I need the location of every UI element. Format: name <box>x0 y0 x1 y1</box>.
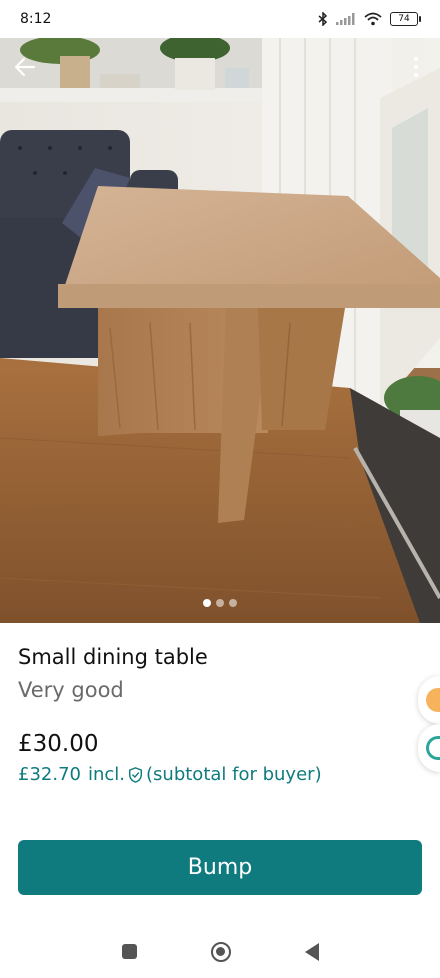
recents-icon[interactable] <box>121 944 137 959</box>
item-title: Small dining table <box>18 645 208 669</box>
item-price: £30.00 <box>18 731 99 757</box>
more-vertical-icon <box>414 57 418 61</box>
side-chat-chip[interactable] <box>418 724 440 772</box>
buyer-subtotal-label: (subtotal for buyer) <box>146 764 322 785</box>
status-icons: 74 <box>318 12 421 26</box>
carousel-dot-1[interactable] <box>203 599 211 607</box>
carousel-dot-3[interactable] <box>229 599 237 607</box>
photo-carousel-indicator <box>0 599 440 607</box>
bluetooth-icon <box>318 12 328 26</box>
item-condition: Very good <box>18 678 124 702</box>
chat-icon <box>426 736 440 760</box>
bump-button[interactable]: Bump <box>18 840 422 895</box>
buyer-price-row[interactable]: £32.70 incl. (subtotal for buyer) <box>18 764 322 785</box>
status-bar: 8:12 74 <box>0 0 440 38</box>
shield-check-icon <box>129 766 143 783</box>
side-promo-chip[interactable] <box>418 676 440 724</box>
battery-icon: 74 <box>390 12 421 26</box>
photo-image <box>0 38 440 623</box>
more-options-button[interactable] <box>406 52 426 82</box>
home-icon[interactable] <box>210 941 231 962</box>
buyer-price: £32.70 <box>18 764 81 785</box>
back-triangle-icon[interactable] <box>304 942 319 961</box>
buyer-protection-info[interactable]: incl. (subtotal for buyer) <box>88 764 322 785</box>
status-time: 8:12 <box>20 11 52 27</box>
promo-icon <box>426 688 440 712</box>
back-button[interactable] <box>10 52 40 82</box>
system-nav-bar <box>0 925 440 978</box>
wifi-icon <box>364 12 382 26</box>
carousel-dot-2[interactable] <box>216 599 224 607</box>
listing-photo[interactable] <box>0 38 440 623</box>
battery-level: 74 <box>398 14 410 24</box>
buyer-incl-label: incl. <box>87 764 126 785</box>
back-arrow-icon <box>14 57 36 77</box>
signal-icon <box>336 13 355 25</box>
